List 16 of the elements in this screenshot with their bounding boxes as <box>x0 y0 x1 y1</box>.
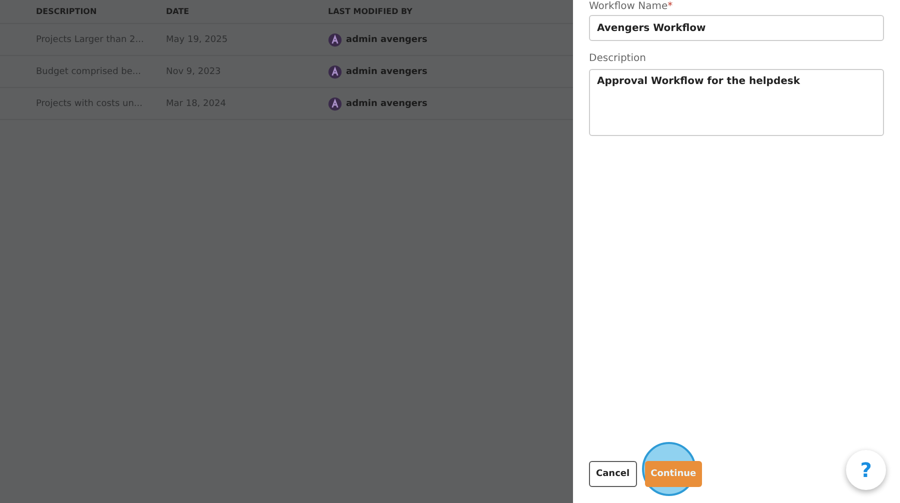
workflow-name-field[interactable]: Avengers Workflow <box>589 15 884 41</box>
user-name: admin avengers <box>346 34 428 44</box>
field-label: Workflow Name* <box>589 0 674 13</box>
field-label: Description <box>589 52 647 65</box>
user-name: admin avengers <box>346 98 428 108</box>
description-field[interactable]: Approval Workflow for the helpdesk <box>589 69 884 136</box>
avatar-icon <box>328 96 342 110</box>
click-highlight <box>642 442 696 496</box>
user-name: admin avengers <box>346 66 428 76</box>
avatar-icon <box>328 64 342 78</box>
column-header: DATE <box>166 7 190 16</box>
action-button[interactable]: Cancel <box>589 461 637 487</box>
column-header: LAST MODIFIED BY <box>328 7 412 16</box>
help-button[interactable]: ? <box>846 450 886 490</box>
avatar-icon <box>328 32 342 46</box>
column-header: DESCRIPTION <box>36 7 98 16</box>
